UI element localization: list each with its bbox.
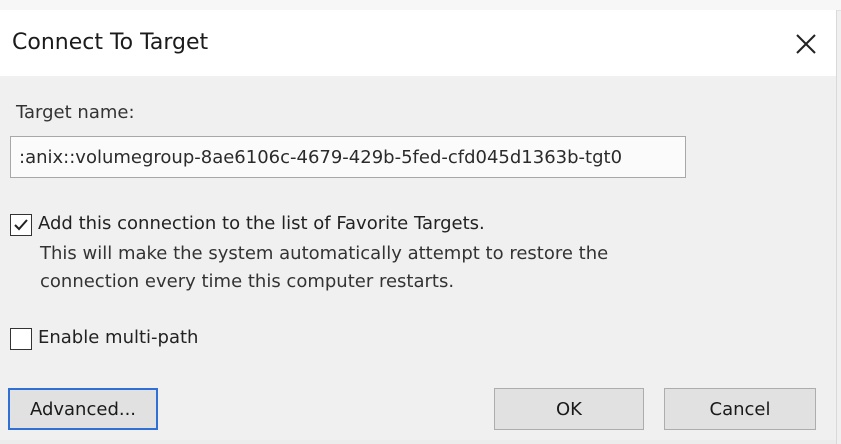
multipath-label: Enable multi-path xyxy=(38,327,199,348)
multipath-checkbox[interactable] xyxy=(10,328,32,350)
dialog-bottom-edge xyxy=(0,440,836,444)
favorite-targets-checkbox[interactable] xyxy=(10,214,32,236)
multipath-option[interactable]: Enable multi-path xyxy=(10,327,199,351)
target-name-input[interactable] xyxy=(10,136,686,178)
checkmark-icon xyxy=(14,219,28,231)
dialog-title: Connect To Target xyxy=(12,30,209,55)
connect-to-target-dialog: Connect To Target Target name: Add this … xyxy=(0,10,837,444)
target-name-label: Target name: xyxy=(16,102,135,123)
close-icon xyxy=(796,34,816,54)
ok-button[interactable]: OK xyxy=(494,388,644,430)
dialog-titlebar: Connect To Target xyxy=(0,10,836,76)
close-button[interactable] xyxy=(780,22,832,66)
advanced-button[interactable]: Advanced... xyxy=(8,388,158,430)
favorite-targets-option[interactable]: Add this connection to the list of Favor… xyxy=(10,213,485,237)
cancel-button[interactable]: Cancel xyxy=(664,388,816,430)
favorite-targets-description: This will make the system automatically … xyxy=(40,243,609,292)
favorite-targets-label: Add this connection to the list of Favor… xyxy=(38,213,485,234)
